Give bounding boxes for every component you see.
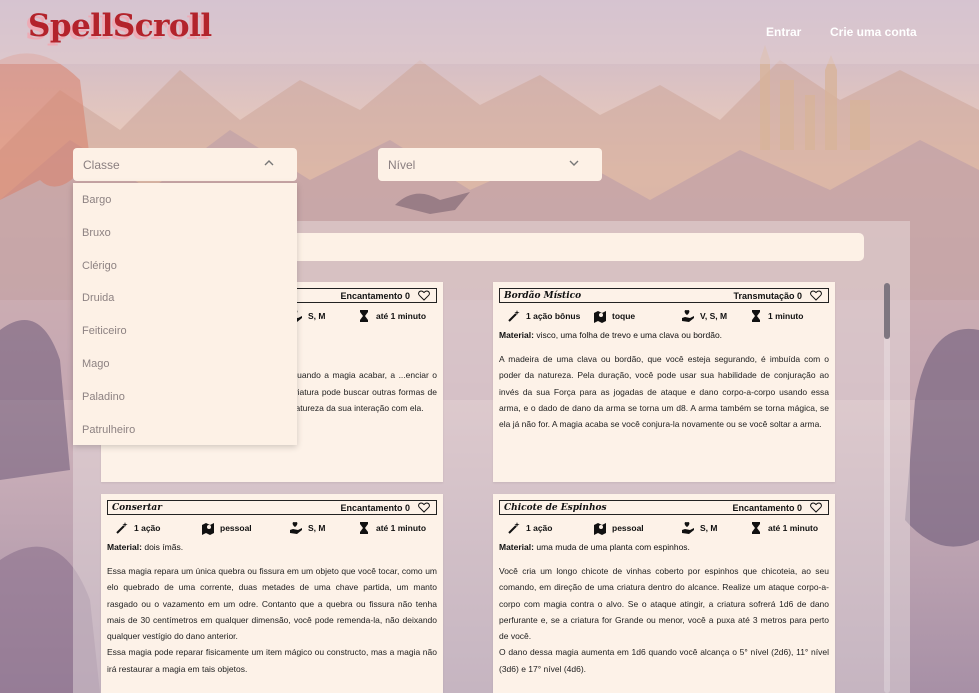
spell-school: Encantamento 0 [732,502,802,513]
components: S, M [289,521,325,535]
hand-heart-icon [682,522,694,534]
hand-heart-icon [682,310,694,322]
duration: 1 minuto [749,309,803,323]
spell-properties: 1 ação pessoal S, M até 1 minuto [107,515,437,541]
class-select[interactable]: Classe [73,148,297,181]
casting-time-value: 1 ação [526,523,553,533]
components-value: S, M [308,311,326,321]
scrollbar-track[interactable] [884,283,890,693]
duration: até 1 minuto [357,309,426,323]
favorite-heart-icon[interactable] [810,290,822,301]
description-paragraph: Essa magia pode reparar fisicamente um i… [107,647,437,674]
spell-card-header: Chicote de Espinhos Encantamento 0 [499,500,829,515]
range: toque [593,309,635,323]
wand-icon [508,522,520,534]
class-option[interactable]: Bargo [73,183,297,216]
duration-value: até 1 minuto [376,523,427,533]
top-header: SpellScroll Entrar Crie uma conta [0,0,979,64]
range-value: pessoal [220,523,252,533]
description-paragraph: O dano dessa magia aumenta em 1d6 quando… [499,647,829,674]
components-value: S, M [308,523,326,533]
casting-time: 1 ação bônus [507,309,580,323]
spell-school: Encantamento 0 [340,290,410,301]
spell-description: Essa magia repara um única quebra ou fis… [107,563,437,677]
hourglass-icon [752,522,760,534]
class-dropdown-list: Bargo Bruxo Clérigo Druida Feiticeiro Ma… [73,183,297,445]
spell-school: Encantamento 0 [340,502,410,513]
duration: até 1 minuto [357,521,426,535]
components-value: V, S, M [700,311,728,321]
casting-time: 1 ação [507,521,552,535]
level-select[interactable]: Nível [378,148,602,181]
description-paragraph: A madeira de uma clava ou bordão, que vo… [499,354,829,430]
components: V, S, M [681,309,727,323]
duration: até 1 minuto [749,521,818,535]
material-label: Material: [499,330,534,340]
duration-value: até 1 minuto [768,523,819,533]
login-link[interactable]: Entrar [766,25,801,39]
spell-card[interactable]: Bordão Místico Transmutação 0 1 ação bôn… [493,282,835,482]
casting-time-value: 1 ação [134,523,161,533]
class-option[interactable]: Clérigo [73,249,297,282]
components: S, M [681,521,717,535]
favorite-heart-icon[interactable] [810,502,822,513]
map-pin-icon [594,523,606,535]
spell-card-header: Consertar Encantamento 0 [107,500,437,515]
range: pessoal [593,521,644,535]
class-option[interactable]: Paladino [73,380,297,413]
class-select-label: Classe [83,158,120,172]
favorite-heart-icon[interactable] [418,290,430,301]
range-value: pessoal [612,523,644,533]
favorite-heart-icon[interactable] [418,502,430,513]
wand-icon [508,310,520,322]
spell-card[interactable]: Consertar Encantamento 0 1 ação pessoal … [101,494,443,693]
spell-title: Bordão Místico [504,290,582,301]
class-option[interactable]: Mago [73,347,297,380]
spell-description: A madeira de uma clava ou bordão, que vo… [499,351,829,432]
material-label: Material: [107,542,142,552]
range: pessoal [201,521,252,535]
hourglass-icon [360,522,368,534]
spell-properties: 1 ação pessoal S, M até 1 minuto [499,515,829,541]
map-pin-icon [202,523,214,535]
duration-value: 1 minuto [768,311,804,321]
material-label: Material: [499,542,534,552]
wand-icon [116,522,128,534]
signup-link[interactable]: Crie uma conta [830,25,917,39]
class-option[interactable]: Bruxo [73,216,297,249]
spell-card[interactable]: Chicote de Espinhos Encantamento 0 1 açã… [493,494,835,693]
map-pin-icon [594,311,606,323]
spell-card-header: Bordão Místico Transmutação 0 [499,288,829,303]
duration-value: até 1 minuto [376,311,427,321]
spell-title: Chicote de Espinhos [504,502,607,513]
casting-time: 1 ação [115,521,160,535]
spell-material: Material: visco, uma folha de trevo e um… [499,329,829,341]
components-value: S, M [700,523,718,533]
description-paragraph: Você cria um longo chicote de vinhas cob… [499,566,829,642]
material-value: dois ímãs. [144,542,184,552]
spell-material: Material: uma muda de uma planta com esp… [499,541,829,553]
scrollbar-thumb[interactable] [884,283,890,339]
material-value: uma muda de uma planta com espinhos. [536,542,690,552]
hourglass-icon [752,310,760,322]
description-paragraph: Essa magia repara um única quebra ou fis… [107,566,437,642]
site-logo[interactable]: SpellScroll [28,8,212,44]
spell-properties: 1 ação bônus toque V, S, M 1 minuto [499,303,829,329]
material-value: visco, uma folha de trevo e uma clava ou… [536,330,723,340]
hourglass-icon [360,310,368,322]
range-value: toque [612,311,636,321]
spell-description: Você cria um longo chicote de vinhas cob… [499,563,829,677]
spell-school: Transmutação 0 [733,290,802,301]
chevron-down-icon [569,160,579,166]
hand-heart-icon [290,522,302,534]
chevron-up-icon [264,160,274,166]
level-select-label: Nível [388,158,416,172]
class-option[interactable]: Feiticeiro [73,314,297,347]
class-option[interactable]: Patrulheiro [73,413,297,446]
casting-time-value: 1 ação bônus [526,311,581,321]
spell-material: Material: dois ímãs. [107,541,437,553]
class-option[interactable]: Druida [73,281,297,314]
spell-title: Consertar [112,502,162,513]
